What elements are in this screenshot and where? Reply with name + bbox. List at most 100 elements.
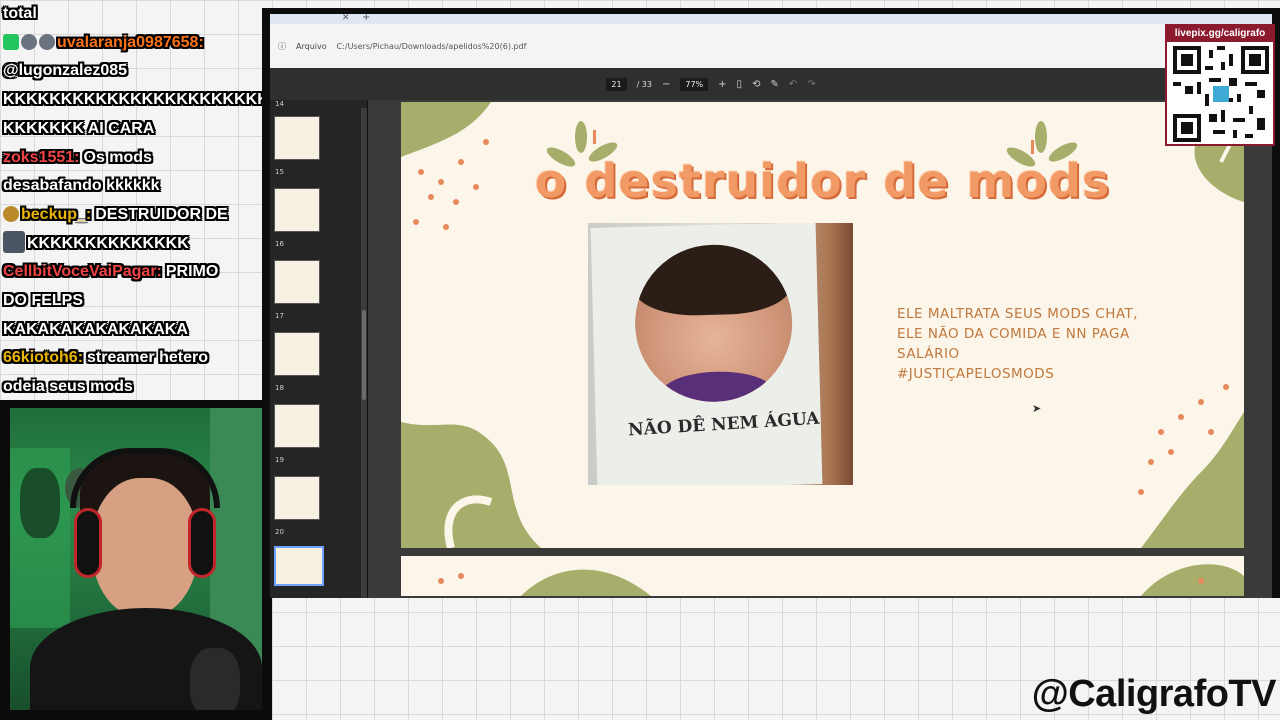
url-field[interactable]: C:/Users/Pichau/Downloads/apelidos%20(6)… <box>337 42 527 51</box>
pdf-page: o destruidor de mods NÃO DÊ NEM ÁGUA ELE… <box>401 102 1244 548</box>
zoom-in-button[interactable]: + <box>718 79 726 90</box>
zoom-level-input[interactable]: 77% <box>680 77 709 91</box>
thumbnail-sidebar: 14 15 16 17 18 19 20 <box>270 100 368 598</box>
headset-right <box>188 508 216 578</box>
chat-text: DO FELPS <box>3 292 84 310</box>
chat-message: uvalaranja0987658: <box>3 29 262 58</box>
next-page-decoration <box>438 564 1244 596</box>
tab-strip: ✕ + <box>270 14 1272 24</box>
chat-badge-icon <box>3 205 19 222</box>
qr-code-icon <box>1173 46 1269 142</box>
thumbnail-page[interactable] <box>274 188 320 232</box>
chat-text: total <box>3 5 37 22</box>
fit-page-icon[interactable]: ▯ <box>737 79 743 90</box>
chat-message: KKKKKKKKKKKKKKKKKKKKKKK <box>3 86 262 115</box>
browser-window: ✕ + ⓘ Arquivo C:/Users/Pichau/Downloads/… <box>262 8 1280 598</box>
thumbnail-page-active[interactable] <box>274 546 324 586</box>
leaf-decoration-bottom-left <box>401 422 541 548</box>
chat-text: odeia seus mods <box>3 378 133 396</box>
chat-message: desabafando kkkkkk <box>3 172 262 201</box>
thumbnail-number: 15 <box>275 168 284 176</box>
info-icon[interactable]: ⓘ <box>278 41 286 52</box>
qr-label: livepix.gg/caligrafo <box>1167 26 1273 42</box>
thumbnail-page[interactable] <box>274 404 320 448</box>
chat-text: Os mods <box>83 148 152 166</box>
chat-badge-icon <box>3 33 19 50</box>
redo-icon[interactable]: ↷ <box>807 79 815 90</box>
chat-message: KKKKKKK AI CARA <box>3 115 262 144</box>
address-bar: ⓘ Arquivo C:/Users/Pichau/Downloads/apel… <box>270 24 1272 68</box>
pdf-viewer: 14 15 16 17 18 19 20 o destruidor de mod… <box>270 100 1272 598</box>
mouse-cursor-icon: ➤ <box>1032 402 1042 415</box>
chat-message: CellbitVoceVaiPagar: PRIMO <box>3 258 262 287</box>
webcam-video <box>10 408 262 710</box>
slide-text-line: ELE NÃO DA COMIDA E NN PAGA <box>897 326 1130 342</box>
chat-text: KKKKKKKKKKKKKKKKKKKKKKK <box>3 91 262 109</box>
rotate-icon[interactable]: ⟲ <box>752 79 760 90</box>
thumbnail-number: 17 <box>275 312 284 320</box>
file-label: Arquivo <box>296 41 327 51</box>
thumbnail-page[interactable] <box>274 116 320 160</box>
leaf-decoration-bottom-right <box>1138 384 1244 548</box>
chat-message: 66kiotoh6: streamer hetero <box>3 344 262 373</box>
undo-icon[interactable]: ↶ <box>789 79 797 90</box>
slide-text-line: ELE MALTRATA SEUS MODS CHAT, <box>897 306 1139 322</box>
draw-icon[interactable]: ✎ <box>770 79 778 90</box>
channel-handle: @CaligrafoTV <box>1031 673 1277 715</box>
slide-text-hashtag: #JUSTIÇAPELOSMODS <box>897 366 1055 382</box>
headset-left <box>74 508 102 578</box>
meme-photo: NÃO DÊ NEM ÁGUA <box>588 223 853 485</box>
chat-message: @lugonzalez085 <box>3 57 262 86</box>
photo-caption: NÃO DÊ NEM ÁGUA <box>627 408 820 441</box>
chat-text: @lugonzalez085 <box>3 62 128 80</box>
new-tab-icon[interactable]: + <box>362 14 370 23</box>
thumbnail-page[interactable] <box>274 476 320 520</box>
photo-paper: NÃO DÊ NEM ÁGUA <box>590 223 823 485</box>
slide-text-line: SALÁRIO <box>897 346 960 362</box>
chat-username: zoks1551: <box>3 148 80 166</box>
webcam-frame <box>0 400 272 720</box>
chat-username: 66kiotoh6: <box>3 349 84 367</box>
thumbnail-scrollbar-thumb[interactable] <box>362 310 366 400</box>
chat-text: KKKKKKKKKKKKKK <box>27 234 189 252</box>
pdf-next-page <box>401 556 1244 596</box>
chat-username: uvalaranja0987658: <box>57 33 204 51</box>
thumbnail-number: 14 <box>275 100 284 108</box>
chat-overlay: total uvalaranja0987658: @lugonzalez085 KKK… <box>0 0 262 400</box>
chat-message: total <box>3 0 262 29</box>
page-number-input[interactable]: 21 <box>606 77 627 91</box>
chat-text: PRIMO <box>165 263 219 281</box>
zoom-out-button[interactable]: − <box>662 79 670 90</box>
slide-body-text: ELE MALTRATA SEUS MODS CHAT, ELE NÃO DA … <box>897 304 1197 384</box>
chat-message: DO FELPS <box>3 287 262 316</box>
photo-hair <box>633 242 792 317</box>
chat-text: streamer hetero <box>87 349 208 367</box>
page-total: / 33 <box>636 79 652 89</box>
chat-username: beckup_: <box>21 205 92 223</box>
chat-text: KAKAKAKAKAKAKAKA <box>3 320 188 338</box>
chat-message: beckup_: DESTRUIDOR DE <box>3 201 262 230</box>
thumbnail-number: 19 <box>275 456 284 464</box>
chat-message: zoks1551: Os mods <box>3 144 262 173</box>
thumbnail-page[interactable] <box>274 332 320 376</box>
thumbnail-page[interactable] <box>274 260 320 304</box>
thumbnail-number: 16 <box>275 240 284 248</box>
pdf-toolbar: 21 / 33 − 77% + ▯ ⟲ ✎ ↶ ↷ <box>270 68 1272 100</box>
chat-badge-icon <box>21 33 37 50</box>
chat-text: desabafando kkkkkk <box>3 177 160 195</box>
chat-message: KAKAKAKAKAKAKAKA <box>3 316 262 345</box>
chat-username: CellbitVoceVaiPagar: <box>3 263 162 281</box>
chat-badge-icon <box>39 33 55 50</box>
photo-face <box>633 242 795 404</box>
close-tab-icon[interactable]: ✕ <box>342 14 350 23</box>
slide-title: o destruidor de mods <box>534 154 1111 208</box>
thumbnail-number: 18 <box>275 384 284 392</box>
thumbnail-number: 20 <box>275 528 284 536</box>
chat-text: KKKKKKK AI CARA <box>3 119 155 137</box>
chat-text: DESTRUIDOR DE <box>95 205 228 223</box>
chat-message: KKKKKKKKKKKKKK <box>3 230 262 259</box>
user-avatar <box>3 230 25 253</box>
livepix-qr-panel: livepix.gg/caligrafo <box>1165 24 1275 146</box>
photo-shirt <box>661 370 773 404</box>
chat-message: odeia seus mods <box>3 373 262 400</box>
